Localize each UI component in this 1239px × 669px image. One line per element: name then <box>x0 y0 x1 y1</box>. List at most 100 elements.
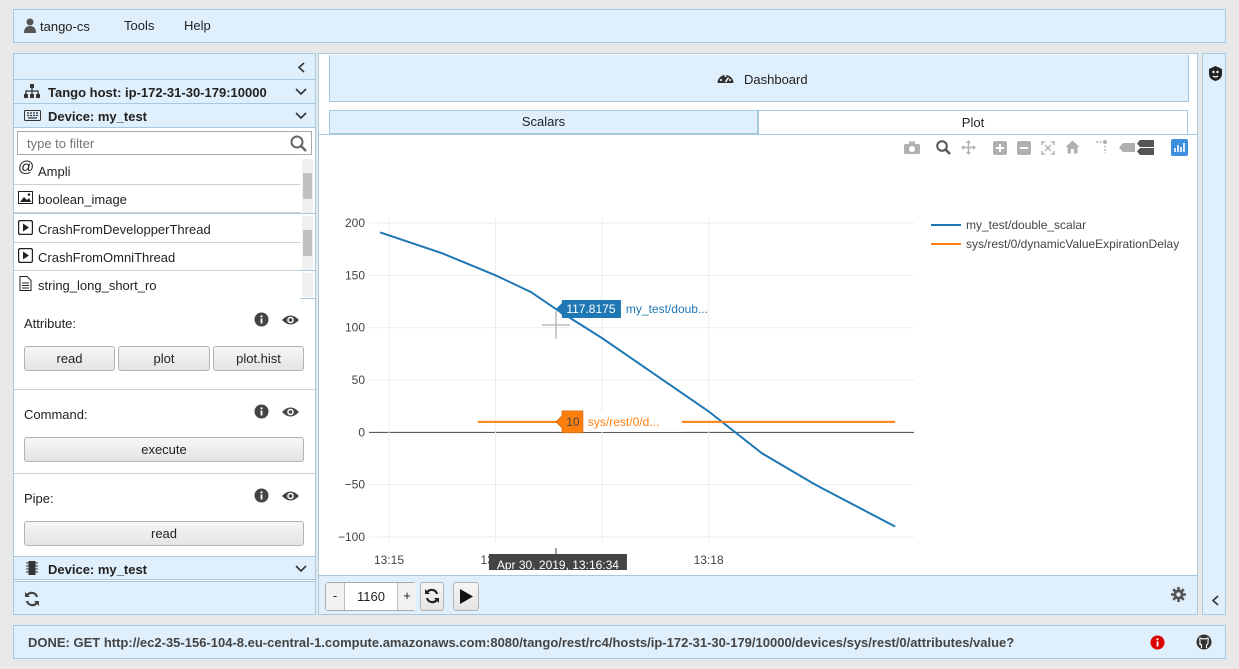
hover-time-label: Apr 30, 2019, 13:16:34 <box>497 558 619 570</box>
plot-controls: - 1160 + <box>319 575 1197 614</box>
chevron-down-icon[interactable] <box>295 109 307 121</box>
at-icon: @ <box>18 159 35 176</box>
eye-icon[interactable] <box>281 406 300 418</box>
pipe-list: string_long_short_ro <box>14 271 315 299</box>
y-tick-label: 150 <box>345 268 365 282</box>
y-tick-label: 100 <box>345 321 365 335</box>
autoscale-icon[interactable] <box>1041 141 1055 155</box>
pan-icon[interactable] <box>961 140 976 155</box>
status-text: DONE: GET http://ec2-35-156-104-8.eu-cen… <box>28 635 1015 650</box>
play-button[interactable] <box>453 582 479 611</box>
eye-icon[interactable] <box>281 490 300 502</box>
tango-host-label: Tango host: ip-172-31-30-179:10000 <box>48 85 267 100</box>
scrollbar[interactable] <box>302 159 313 213</box>
hover-compare-icon[interactable] <box>1137 139 1154 156</box>
y-tick-label: −50 <box>345 478 366 492</box>
chip-icon <box>26 561 38 575</box>
left-collapse-bar <box>14 54 315 80</box>
info-icon[interactable] <box>254 312 269 327</box>
info-icon[interactable] <box>254 488 269 503</box>
read-pipe-button[interactable]: read <box>24 521 304 546</box>
tango-logo-icon[interactable] <box>1209 66 1222 81</box>
pipe-section: Pipe: read <box>14 474 315 556</box>
chevron-down-icon[interactable] <box>295 562 307 574</box>
hover-series-label: my_test/doub... <box>626 302 708 316</box>
play-square-icon <box>18 248 33 263</box>
y-tick-label: 200 <box>345 216 365 230</box>
main-panel: Dashboard Scalars Plot 200 150 100 50 0 −50 −1… <box>318 53 1198 615</box>
hover-series-label: sys/rest/0/d... <box>588 415 659 429</box>
attribute-list: @ Ampli boolean_image <box>14 157 315 214</box>
bottom-device-label: Device: my_test <box>48 562 147 577</box>
sitemap-icon <box>24 84 40 98</box>
device-header-bottom[interactable]: Device: my_test <box>14 556 315 580</box>
x-tick-label: 13:18 <box>694 553 724 567</box>
y-tick-label: 0 <box>358 425 365 439</box>
list-item-pipe[interactable]: string_long_short_ro <box>14 271 300 299</box>
plot-button[interactable]: plot <box>118 346 210 371</box>
hover-closest-icon[interactable] <box>1119 142 1135 153</box>
scrollbar[interactable] <box>302 216 313 270</box>
chevron-left-icon[interactable] <box>297 62 305 73</box>
info-icon[interactable] <box>254 404 269 419</box>
series-line <box>379 231 896 528</box>
gear-icon[interactable] <box>1171 587 1186 602</box>
list-item-command[interactable]: CrashFromOmniThread <box>14 243 300 271</box>
device-header[interactable]: Device: my_test <box>14 104 315 128</box>
execute-button[interactable]: execute <box>24 437 304 462</box>
zoom-out-icon[interactable] <box>1017 141 1031 155</box>
spike-lines-icon[interactable] <box>1095 140 1109 154</box>
zoom-in-icon[interactable] <box>993 141 1007 155</box>
user-menu[interactable]: tango-cs <box>40 19 90 34</box>
keyboard-icon <box>24 110 41 121</box>
image-icon <box>18 191 33 204</box>
list-item-command[interactable]: CrashFromDevelopperThread <box>14 215 300 243</box>
device-label: Device: my_test <box>48 109 147 124</box>
read-attribute-button[interactable]: read <box>24 346 115 371</box>
list-item-attribute[interactable]: @ Ampli <box>14 157 300 185</box>
github-icon[interactable] <box>1196 634 1212 650</box>
tango-host-header[interactable]: Tango host: ip-172-31-30-179:10000 <box>14 80 315 104</box>
window-size-input[interactable]: 1160 <box>345 583 397 610</box>
y-tick-label: −100 <box>338 530 365 544</box>
plotly-logo-icon[interactable] <box>1171 139 1188 156</box>
status-bar: DONE: GET http://ec2-35-156-104-8.eu-cen… <box>13 625 1226 659</box>
dashboard-header: Dashboard <box>329 55 1189 102</box>
plot-modebar <box>899 138 1189 158</box>
plot-chart[interactable]: 200 150 100 50 0 −50 −100 13:15 Apr 30, 2019 13:1… <box>319 160 1197 570</box>
home-icon[interactable] <box>1065 140 1080 154</box>
chevron-down-icon[interactable] <box>295 85 307 97</box>
hover-value: 117.8175 <box>566 302 615 316</box>
error-icon[interactable] <box>1150 635 1165 650</box>
pipe-label: Pipe: <box>24 491 54 506</box>
increment-button[interactable]: + <box>397 583 416 610</box>
left-panel: Tango host: ip-172-31-30-179:10000 Devic… <box>13 53 316 615</box>
attribute-section: Attribute: read plot plot.hist <box>14 299 315 390</box>
eye-icon[interactable] <box>281 314 300 326</box>
legend-label: sys/rest/0/dynamicValueExpirationDelay <box>966 237 1179 251</box>
tab-plot[interactable]: Plot <box>758 110 1188 135</box>
hover-value: 10 <box>566 415 580 429</box>
command-label: Command: <box>24 407 88 422</box>
decrement-button[interactable]: - <box>326 583 345 610</box>
camera-icon[interactable] <box>904 141 920 154</box>
list-item-attribute[interactable]: boolean_image <box>14 185 300 213</box>
chevron-left-icon[interactable] <box>1211 595 1219 606</box>
filter-input[interactable] <box>18 132 288 154</box>
top-bar: tango-cs Tools Help <box>13 9 1226 43</box>
left-footer <box>14 581 315 614</box>
search-icon[interactable] <box>290 135 307 152</box>
x-tick-label: 13:15 <box>374 553 404 567</box>
refresh-icon[interactable] <box>24 591 40 607</box>
refresh-plot-button[interactable] <box>420 582 444 611</box>
user-icon <box>24 18 36 33</box>
menu-tools[interactable]: Tools <box>124 18 154 33</box>
tab-scalars[interactable]: Scalars <box>329 110 758 134</box>
file-text-icon <box>19 276 32 291</box>
menu-help[interactable]: Help <box>184 18 211 33</box>
plot-hist-button[interactable]: plot.hist <box>213 346 304 371</box>
zoom-icon[interactable] <box>936 140 951 155</box>
page-title: Dashboard <box>744 72 808 87</box>
scrollbar[interactable] <box>302 273 313 297</box>
refresh-icon <box>425 588 439 604</box>
